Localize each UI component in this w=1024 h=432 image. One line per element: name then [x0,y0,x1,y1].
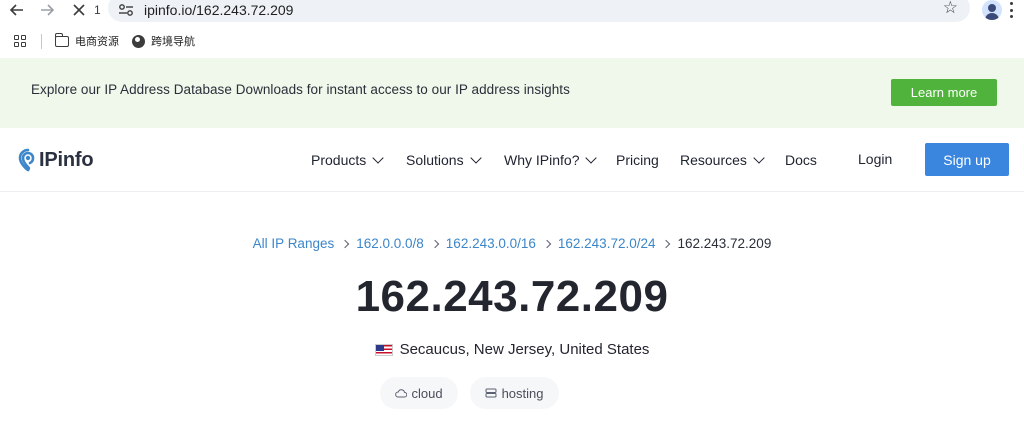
breadcrumb-link[interactable]: 162.0.0.0/8 [356,236,424,251]
chevron-down-icon [372,152,384,164]
stop-loading-icon[interactable] [70,1,88,19]
chevron-right-icon [430,239,440,248]
breadcrumb: All IP Ranges 162.0.0.0/8 162.243.0.0/16… [0,236,1024,251]
nav-label: Docs [785,152,817,168]
ip-tags: cloud hosting [0,377,1024,409]
nav-label: Products [311,152,367,168]
location-pin-icon [18,148,35,172]
bookmark-folder[interactable]: 电商资源 [54,32,119,49]
breadcrumb-current: 162.243.72.209 [677,236,772,251]
back-arrow-icon[interactable] [8,1,26,19]
globe-icon [132,34,145,48]
server-icon [485,388,497,398]
site-header: IPinfo Products Solutions Why IPinfo? Pr… [0,128,1024,192]
bookmarks-bar: 电商资源 跨境导航 [0,26,1024,56]
nav-label: Pricing [616,152,659,168]
bookmark-star-icon[interactable]: ☆ [943,0,958,18]
tag-label: hosting [501,385,544,401]
forward-arrow-icon[interactable] [38,1,56,19]
location-text: Secaucus, New Jersey, United States [399,341,650,358]
profile-avatar-icon[interactable] [982,0,1002,20]
breadcrumb-link[interactable]: 162.243.0.0/16 [446,236,536,251]
bookmark-label: 电商资源 [75,36,119,48]
breadcrumb-link[interactable]: All IP Ranges [253,236,335,251]
chevron-right-icon [542,239,552,248]
browser-toolbar: 1 ipinfo.io/162.243.72.209 ☆ [0,0,1024,22]
learn-more-button[interactable]: Learn more [891,79,997,106]
chevron-down-icon [753,152,765,164]
login-link[interactable]: Login [858,151,892,167]
banner-text: Explore our IP Address Database Download… [31,82,570,97]
bookmarks-divider [41,34,42,49]
chevron-right-icon [662,239,671,248]
tab-count: 1 [94,3,101,17]
nav-pricing[interactable]: Pricing [616,151,659,169]
tag-hosting[interactable]: hosting [469,377,559,409]
chevron-down-icon [585,152,598,164]
chevron-right-icon [340,239,350,248]
ipinfo-logo[interactable]: IPinfo [18,147,94,173]
folder-icon [54,32,69,47]
cloud-icon [394,389,407,398]
chevron-down-icon [469,152,482,164]
bookmark-link[interactable]: 跨境导航 [132,33,195,49]
nav-products[interactable]: Products [311,151,384,169]
ip-location: Secaucus, New Jersey, United States [0,341,1024,358]
url-text[interactable]: ipinfo.io/162.243.72.209 [144,1,293,19]
nav-docs[interactable]: Docs [785,151,817,169]
tag-label: cloud [411,385,443,401]
nav-solutions[interactable]: Solutions [406,151,482,169]
tag-cloud[interactable]: cloud [379,377,458,409]
nav-why-ipinfo[interactable]: Why IPinfo? [504,151,598,169]
address-bar[interactable]: ipinfo.io/162.243.72.209 ☆ [108,0,970,22]
page-title: 162.243.72.209 [355,272,669,321]
signup-button[interactable]: Sign up [925,143,1009,176]
nav-resources[interactable]: Resources [680,151,765,169]
logo-text: IPinfo [39,148,94,171]
bookmark-label: 跨境导航 [151,36,195,48]
breadcrumb-link[interactable]: 162.243.72.0/24 [558,236,656,251]
us-flag-icon [374,343,393,356]
nav-label: Solutions [406,152,464,168]
nav-label: Resources [680,152,747,168]
nav-label: Why IPinfo? [504,152,580,168]
site-info-icon[interactable] [118,3,134,17]
apps-grid-icon[interactable] [14,35,26,47]
browser-menu-icon[interactable] [1010,2,1014,18]
promo-banner: Explore our IP Address Database Download… [0,58,1024,128]
